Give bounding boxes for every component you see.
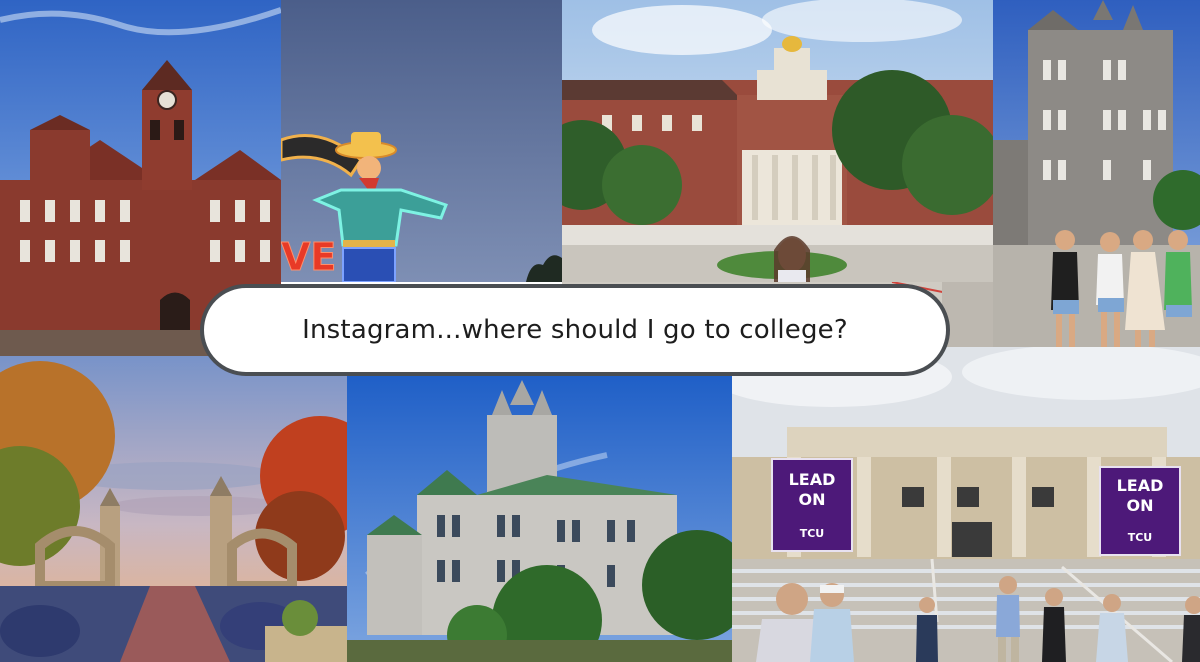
- banner-right-text-1: LEAD: [1117, 476, 1164, 495]
- photo-brick-hall-dome: [562, 0, 993, 282]
- caption-text: Instagram...where should I go to college…: [302, 315, 848, 345]
- banner-left-text-2: ON: [799, 490, 826, 509]
- photo-neon-cowboy-sign: VE: [281, 0, 562, 282]
- banner-left-text-1: LEAD: [789, 470, 836, 489]
- caption-pill: Instagram...where should I go to college…: [200, 284, 950, 376]
- photo-tcu-lead-on-building: LEAD ON TCU LEAD ON TCU: [732, 347, 1200, 662]
- photo-gothic-stone-hall: [347, 375, 732, 662]
- neon-sign-letters: VE: [281, 235, 336, 279]
- banner-right-logo: TCU: [1128, 531, 1153, 544]
- banner-left-logo: TCU: [800, 527, 825, 540]
- photo-gothic-hall-friends: [993, 0, 1200, 347]
- photo-autumn-campus-gates: [0, 356, 347, 662]
- banner-right-text-2: ON: [1127, 496, 1154, 515]
